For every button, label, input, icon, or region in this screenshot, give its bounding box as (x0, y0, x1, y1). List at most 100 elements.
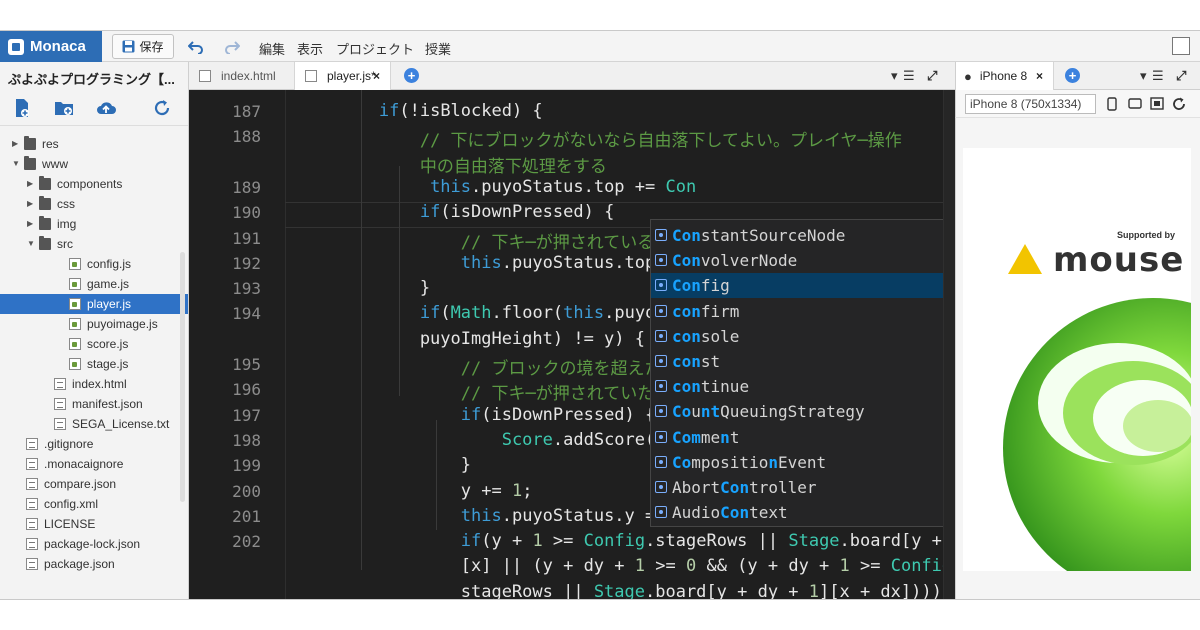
add-preview-icon[interactable]: + (1065, 68, 1080, 83)
list-icon[interactable]: ☰ (903, 68, 915, 84)
chevron-right-icon[interactable]: ▶ (12, 134, 20, 154)
expand-icon[interactable]: ⤢ (927, 68, 937, 84)
code-line[interactable]: this.puyoStatus.top += (297, 253, 686, 273)
chevron-right-icon[interactable]: ▶ (27, 174, 35, 194)
editor-scrollbar[interactable] (943, 90, 955, 599)
code-line[interactable]: [x] || (y + dy + 1 >= 0 && (y + dy + 1 >… (297, 556, 955, 576)
tree-item[interactable]: score.js (0, 334, 188, 354)
save-button[interactable]: 保存 (112, 34, 174, 59)
code-token: y += (297, 480, 512, 501)
menu-view[interactable]: 表示 (297, 39, 323, 58)
code-line[interactable]: } (297, 278, 430, 298)
undo-icon[interactable] (186, 37, 206, 57)
tree-item[interactable]: compare.json (0, 474, 188, 494)
code-line[interactable]: Score.addScore(1); (297, 430, 686, 450)
chevron-right-icon[interactable]: ▶ (27, 194, 35, 214)
autocomplete-item[interactable]: CompositionEvent (651, 450, 954, 475)
redo-icon[interactable] (222, 37, 242, 57)
code-line[interactable]: if(y + 1 >= Config.stageRows || Stage.bo… (297, 531, 955, 551)
device-select[interactable]: iPhone 8 (750x1334) (965, 94, 1096, 114)
menu-project[interactable]: プロジェクト (336, 39, 414, 58)
tree-item[interactable]: ▼ www (0, 154, 188, 174)
list-icon[interactable]: ☰ (1152, 68, 1164, 84)
autocomplete-item[interactable]: Comment (651, 425, 954, 450)
tree-item[interactable]: ▶ css (0, 194, 188, 214)
code-line[interactable]: if(isDownPressed) { (297, 202, 614, 222)
menu-class[interactable]: 授業 (425, 39, 451, 58)
project-title[interactable]: ぷよぷよプログラミング【... (0, 62, 188, 90)
autocomplete-item[interactable]: AudioContext (651, 500, 954, 525)
close-icon[interactable]: × (1036, 69, 1043, 83)
chevron-down-icon[interactable]: ▼ (12, 154, 20, 174)
tab-iphone-preview[interactable]: ● iPhone 8 × (956, 62, 1054, 90)
autocomplete-item[interactable]: continue (651, 374, 954, 399)
tree-item[interactable]: stage.js (0, 354, 188, 374)
chevron-right-icon[interactable]: ▶ (27, 214, 35, 234)
tree-item[interactable]: .monacaignore (0, 454, 188, 474)
phone-icon[interactable] (1107, 97, 1117, 111)
screenshot-icon[interactable] (1150, 97, 1164, 110)
upload-icon[interactable] (96, 98, 116, 118)
autocomplete-item[interactable]: AbortController (651, 475, 954, 500)
code-line[interactable]: // 下にブロックがないなら自由落下してよい。プレイヤ─操作 (297, 126, 902, 151)
autocomplete-popup[interactable]: ConstantSourceNode ConvolverNode Config con… (650, 219, 955, 527)
tree-item[interactable]: .gitignore (0, 434, 188, 454)
autocomplete-item[interactable]: ConstantSourceNode (651, 223, 954, 248)
tree-item[interactable]: config.js (0, 254, 188, 274)
sidebar-scrollbar[interactable] (180, 252, 185, 502)
tree-item[interactable]: package.json (0, 554, 188, 574)
tree-item-label: .monacaignore (44, 457, 124, 471)
code-line[interactable]: if(Math.floor(this.puyoStat (297, 303, 696, 323)
code-line[interactable]: stageRows || Stage.board[y + dy + 1][x +… (297, 582, 955, 599)
chevron-down-icon[interactable]: ▾ (891, 68, 898, 84)
rotate-device-icon[interactable] (1128, 98, 1142, 109)
code-line[interactable]: // 下キ─が押されていた (297, 379, 654, 404)
autocomplete-item[interactable]: console (651, 324, 954, 349)
tab-index-html[interactable]: index.html (189, 62, 295, 90)
tree-item[interactable]: ▶ img (0, 214, 188, 234)
game-screen[interactable]: Supported by mouse 00000000 (963, 148, 1191, 571)
tree-item[interactable]: ▶ components (0, 174, 188, 194)
code-editor[interactable]: 187 188 189 190 191 192 193 194 195 196 197 198 199 2… (189, 90, 955, 599)
tree-item[interactable]: game.js (0, 274, 188, 294)
tree-item[interactable]: LICENSE (0, 514, 188, 534)
close-icon[interactable]: × (373, 69, 380, 83)
code-line[interactable]: if(!isBlocked) { (297, 101, 543, 121)
autocomplete-item[interactable]: Config (651, 273, 954, 299)
tree-item[interactable]: config.xml (0, 494, 188, 514)
code-line[interactable]: this.puyoStatus.top += Con (297, 177, 696, 197)
account-icon[interactable] (1172, 37, 1190, 55)
refresh-icon[interactable] (152, 98, 172, 118)
new-folder-icon[interactable] (54, 98, 74, 118)
code-line[interactable]: // 下キ─が押されている (297, 228, 654, 253)
expand-icon[interactable]: ⤢ (1176, 68, 1186, 84)
code-line[interactable]: puyoImgHeight) != y) { (297, 329, 645, 349)
tree-item[interactable]: manifest.json (0, 394, 188, 414)
tree-item[interactable]: package-lock.json (0, 534, 188, 554)
code-line[interactable]: this.puyoStatus.y = y; (297, 506, 686, 526)
code-line[interactable]: 中の自由落下処理をする (297, 152, 607, 177)
autocomplete-item[interactable]: ConvolverNode (651, 248, 954, 273)
tree-item[interactable]: player.js (0, 294, 188, 314)
autocomplete-item[interactable]: confirm (651, 299, 954, 324)
tree-item[interactable]: index.html (0, 374, 188, 394)
code-line[interactable]: // ブロックの境を超えた (297, 354, 662, 379)
code-line[interactable]: y += 1; (297, 480, 533, 501)
reload-icon[interactable] (1172, 97, 1186, 111)
tree-item[interactable]: ▶ res (0, 134, 188, 154)
tree-item[interactable]: SEGA_License.txt (0, 414, 188, 434)
menu-edit[interactable]: 編集 (259, 39, 285, 58)
code-line[interactable]: } (297, 455, 471, 475)
new-file-icon[interactable] (12, 98, 32, 118)
chevron-down-icon[interactable]: ▼ (27, 234, 35, 254)
chevron-down-icon[interactable]: ▾ (1140, 68, 1147, 84)
add-tab-icon[interactable]: + (404, 68, 419, 83)
autocomplete-item[interactable]: const (651, 349, 954, 374)
code-line[interactable]: if(isDownPressed) { (297, 405, 655, 425)
tree-item[interactable]: puyoimage.js (0, 314, 188, 334)
autocomplete-item[interactable]: CountQueuingStrategy (651, 399, 954, 424)
tree-item[interactable]: ▼ src (0, 234, 188, 254)
tab-player-js[interactable]: player.js* × (295, 62, 391, 90)
monaca-logo[interactable]: Monaca (0, 31, 102, 62)
tree-item-label: css (57, 197, 75, 211)
